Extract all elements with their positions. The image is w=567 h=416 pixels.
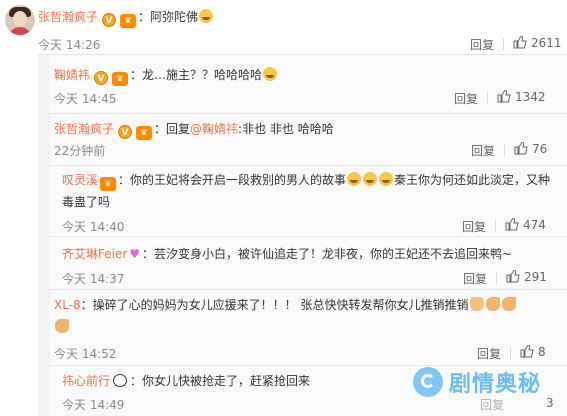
comment-body: XL-8：操碎了心的妈妈为女儿应援来了！！！ 张总快快转发帮你女儿推销推销 xyxy=(54,296,517,314)
thumbs-up-icon xyxy=(520,345,534,358)
comment-username[interactable]: 祎心前行 xyxy=(62,374,110,388)
divider xyxy=(50,165,567,166)
reply-button[interactable]: 回复 xyxy=(463,270,487,287)
comment-text: ：芸汐变身小白，被许仙追走了！龙非夜，你的王妃还不去追回来鸭~ xyxy=(142,247,513,261)
like-button[interactable]: 2611 xyxy=(513,36,562,50)
like-button[interactable]: 474 xyxy=(505,218,546,232)
watermark-text: 剧情奥秘 xyxy=(449,372,542,397)
user-avatar[interactable] xyxy=(5,5,35,35)
divider xyxy=(38,54,567,55)
vip-crown-icon: ♛ xyxy=(136,126,153,140)
divider xyxy=(50,113,567,114)
comment-username[interactable]: 张哲瀚疯子 xyxy=(38,10,98,24)
vip-crown-icon: ♛ xyxy=(112,72,129,86)
panda-badge-icon xyxy=(113,374,128,387)
like-button[interactable]: 8 xyxy=(520,345,546,359)
comment-time: 22分钟前 xyxy=(54,144,106,158)
laugh-cry-emoji-icon xyxy=(363,172,378,186)
avatar-shirt xyxy=(8,27,32,35)
action-divider xyxy=(504,144,505,156)
divider xyxy=(50,236,567,237)
comment-username[interactable]: 鞠婧祎 xyxy=(54,68,90,82)
comment-text: ：阿弥陀佛 xyxy=(138,10,199,24)
reply-button[interactable]: 回复 xyxy=(462,218,486,235)
reply-button[interactable]: 回复 xyxy=(471,142,495,159)
comment-username[interactable]: 叹灵溪 xyxy=(62,173,98,187)
like-count: 1342 xyxy=(515,90,546,104)
heart-badge-icon: ♥ xyxy=(129,247,141,261)
action-divider xyxy=(510,347,511,359)
comment-time: 今天 14:45 xyxy=(54,92,117,106)
vip-crown-icon: ♛ xyxy=(120,14,137,28)
like-button[interactable]: 1342 xyxy=(497,90,546,104)
like-button[interactable]: 76 xyxy=(514,142,547,156)
thumbs-up-icon xyxy=(497,90,511,103)
thumbs-up-icon xyxy=(513,36,527,49)
comment-time: 今天 14:40 xyxy=(62,220,125,234)
thumbs-up-icon xyxy=(505,218,519,231)
watermark: 剧情奥秘 xyxy=(413,360,563,404)
reply-prefix: ：回复 xyxy=(154,122,191,136)
avatar-face xyxy=(13,11,27,27)
comment-body: 张哲瀚疯子 V ♛ ：回复@鞠婧祎:非也 非也 哈哈哈 xyxy=(54,120,334,140)
laugh-cry-emoji-icon xyxy=(347,172,362,186)
divider xyxy=(50,289,567,290)
comment-body: 叹灵溪 ♛ ：你的王妃将会开启一段救别的男人的故事 秦王你为何还如此淡定，又种 xyxy=(62,171,550,191)
comment-time: 今天 14:49 xyxy=(62,398,125,412)
comment-body: 齐艾琳Feier ♥ ：芸汐变身小白，被许仙追走了！龙非夜，你的王妃还不去追回来鸭~ xyxy=(62,245,512,263)
like-count: 474 xyxy=(523,218,546,232)
comment-time: 今天 14:52 xyxy=(54,347,117,361)
action-divider xyxy=(495,220,496,232)
emoji-icon xyxy=(263,67,278,81)
comment-time: 今天 14:26 xyxy=(38,38,101,52)
action-divider xyxy=(487,92,488,104)
verified-v-icon: V xyxy=(102,13,117,27)
comment-username[interactable]: 张哲瀚疯子 xyxy=(54,122,114,136)
verified-v-icon: V xyxy=(94,71,109,85)
laugh-cry-emoji-icon xyxy=(379,172,394,186)
thumbs-up-icon xyxy=(514,142,528,155)
comment-username[interactable]: XL-8 xyxy=(54,298,81,312)
reply-button[interactable]: 回复 xyxy=(470,36,494,53)
verified-v-icon: V xyxy=(118,125,133,139)
action-divider xyxy=(503,38,504,50)
comment-text-continued xyxy=(54,318,70,336)
comment-body: 张哲瀚疯子 V ♛ ：阿弥陀佛 xyxy=(38,8,214,28)
watermark-logo-icon xyxy=(413,367,443,397)
vip-crown-icon: ♛ xyxy=(100,177,117,191)
like-count: 291 xyxy=(524,270,547,284)
like-count: 2611 xyxy=(531,36,562,50)
like-count: 8 xyxy=(538,345,546,359)
comment-text: :非也 非也 哈哈哈 xyxy=(238,122,334,136)
muscle-emoji-icon xyxy=(501,297,516,311)
comment-text: 秦王你为何还如此淡定，又种 xyxy=(394,173,551,187)
thumbs-up-icon xyxy=(506,270,520,283)
comment-body: 鞠婧祎 V ♛ ：龙…施主？？哈哈哈哈 xyxy=(54,66,278,86)
comment-text-continued: 毒蛊了吗 xyxy=(62,195,111,209)
emoji-icon xyxy=(199,9,214,23)
reply-button[interactable]: 回复 xyxy=(454,90,478,107)
comment-username[interactable]: 齐艾琳Feier xyxy=(62,247,127,261)
comment-time: 今天 14:37 xyxy=(62,272,125,286)
thumbs-up-emoji-icon xyxy=(469,297,484,311)
comment-text: ：龙…施主？？哈哈哈哈 xyxy=(130,68,263,82)
like-button[interactable]: 291 xyxy=(506,270,547,284)
like-count: 76 xyxy=(532,142,548,156)
muscle-emoji-icon xyxy=(485,297,500,311)
muscle-emoji-icon xyxy=(55,319,69,333)
comment-body: 祎心前行 ：你女儿快被抢走了，赶紧抢回来 xyxy=(62,372,310,390)
mention-link[interactable]: @鞠婧祎 xyxy=(190,122,238,136)
action-divider xyxy=(496,272,497,284)
comment-text: ：操碎了心的妈妈为女儿应援来了！！！ 张总快快转发帮你女儿推销推销 xyxy=(80,298,469,312)
comment-text: ：你的王妃将会开启一段救别的男人的故事 xyxy=(118,173,347,187)
comment-text: ：你女儿快被抢走了，赶紧抢回来 xyxy=(130,374,311,388)
